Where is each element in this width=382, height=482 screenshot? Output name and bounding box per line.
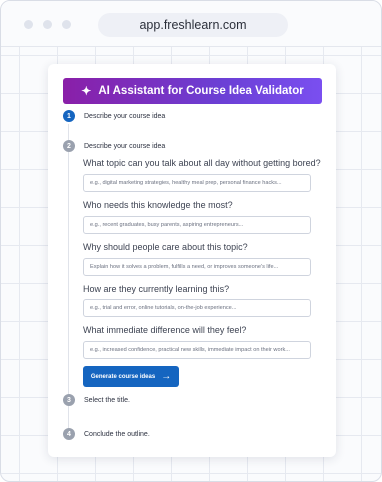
card-title: AI Assistant for Course Idea Validator xyxy=(98,85,304,97)
step-connector xyxy=(68,124,69,140)
current-learning-input[interactable] xyxy=(83,299,311,317)
generate-button-label: Generate course ideas xyxy=(90,373,156,380)
step-label: Conclude the outline. xyxy=(84,430,150,438)
importance-input[interactable] xyxy=(83,258,311,276)
step-2[interactable]: 2 Describe your course idea xyxy=(63,140,165,152)
audience-input[interactable] xyxy=(83,216,311,234)
step-number-badge: 4 xyxy=(63,428,75,440)
arrow-right-icon: → xyxy=(161,370,172,382)
card-header: ✦ AI Assistant for Course Idea Validator xyxy=(63,78,322,104)
window-dot-icon xyxy=(24,20,33,29)
step-4[interactable]: 4 Conclude the outline. xyxy=(63,428,150,440)
step-1[interactable]: 1 Describe your course idea xyxy=(63,110,165,122)
step-label: Describe your course idea xyxy=(84,142,166,150)
question-importance-label: Why should people care about this topic? xyxy=(83,242,248,252)
sparkle-icon: ✦ xyxy=(81,84,92,98)
step-3[interactable]: 3 Select the title. xyxy=(63,394,130,406)
step-connector xyxy=(68,152,69,394)
question-audience-label: Who needs this knowledge the most? xyxy=(83,200,233,210)
address-bar-url: app.freshlearn.com xyxy=(139,18,247,32)
assistant-card: ✦ AI Assistant for Course Idea Validator… xyxy=(48,64,336,457)
step-number-badge: 3 xyxy=(63,394,75,406)
window-dot-icon xyxy=(43,20,52,29)
generate-course-ideas-button[interactable]: Generate course ideas → xyxy=(83,366,179,387)
step-connector xyxy=(68,406,69,428)
impact-input[interactable] xyxy=(83,341,311,359)
step-number-badge: 2 xyxy=(63,140,75,152)
app-frame: app.freshlearn.com ✦ AI Assistant for Co… xyxy=(0,0,382,482)
address-bar[interactable]: app.freshlearn.com xyxy=(98,13,288,37)
question-topic-label: What topic can you talk about all day wi… xyxy=(83,158,321,168)
window-dot-icon xyxy=(62,20,71,29)
step-number-badge: 1 xyxy=(63,110,75,122)
topic-input[interactable] xyxy=(83,174,311,192)
question-impact-label: What immediate difference will they feel… xyxy=(83,325,247,335)
step-label: Select the title. xyxy=(84,396,130,404)
browser-bar: app.freshlearn.com xyxy=(1,1,381,47)
step-label: Describe your course idea xyxy=(84,112,166,120)
question-current-learning-label: How are they currently learning this? xyxy=(83,284,230,294)
